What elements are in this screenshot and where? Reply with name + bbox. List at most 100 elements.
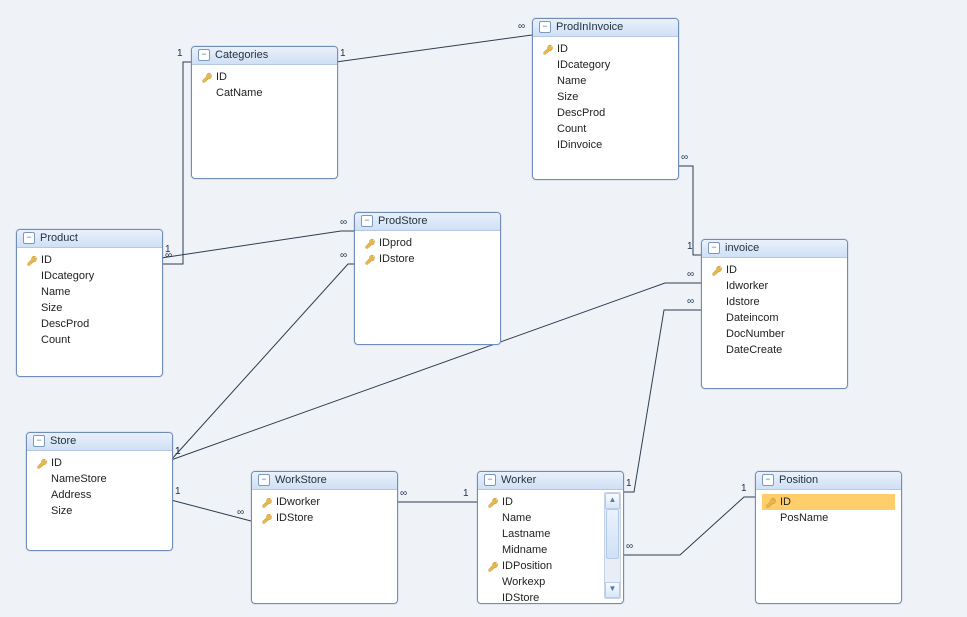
field-row[interactable]: Name: [23, 284, 156, 300]
scroll-thumb[interactable]: [606, 509, 619, 559]
field-row[interactable]: Count: [23, 332, 156, 348]
collapse-icon[interactable]: −: [484, 474, 496, 486]
table-title: Worker: [501, 474, 536, 486]
table-header[interactable]: −Position: [756, 472, 901, 490]
field-name: Name: [555, 75, 586, 87]
field-name: Address: [49, 489, 91, 501]
field-row[interactable]: IDStore: [258, 510, 391, 526]
field-row[interactable]: ID: [33, 455, 166, 471]
field-row[interactable]: ID: [484, 494, 603, 510]
field-row[interactable]: ID: [198, 69, 331, 85]
key-slot: [200, 72, 214, 83]
collapse-icon[interactable]: −: [708, 242, 720, 254]
key-slot: [35, 458, 49, 469]
table-invoice[interactable]: −invoice IDIdworker Idstore Dateincom DocNum…: [701, 239, 848, 389]
field-row[interactable]: IDcategory: [23, 268, 156, 284]
table-product[interactable]: −ProductIDIDcategoryNameSizeDescProdCoun…: [16, 229, 163, 377]
collapse-icon[interactable]: −: [23, 232, 35, 244]
field-row[interactable]: Workexp: [484, 574, 603, 590]
field-row[interactable]: ID: [23, 252, 156, 268]
key-slot: [363, 254, 377, 265]
collapse-icon[interactable]: −: [258, 474, 270, 486]
field-row[interactable]: DocNumber: [708, 326, 841, 342]
table-header[interactable]: −Product: [17, 230, 162, 248]
field-row[interactable]: DescProd: [539, 105, 672, 121]
field-row[interactable]: NameStore: [33, 471, 166, 487]
table-prodininv[interactable]: −ProdInInvoice IDIDcategory Name SizeDescPr…: [532, 18, 679, 180]
field-row[interactable]: Name: [539, 73, 672, 89]
table-workstore[interactable]: −WorkStore IDworkerIDStore: [251, 471, 398, 604]
field-name: DocNumber: [724, 328, 785, 340]
field-row[interactable]: IDstore: [361, 251, 494, 267]
collapse-icon[interactable]: −: [539, 21, 551, 33]
field-row[interactable]: IDcategory: [539, 57, 672, 73]
table-title: Product: [40, 232, 78, 244]
table-header[interactable]: −ProdStore: [355, 213, 500, 231]
cardinality-label: 1: [741, 483, 747, 494]
scrollbar[interactable]: ▲▼: [604, 492, 621, 599]
field-row[interactable]: DateCreate: [708, 342, 841, 358]
table-header[interactable]: −ProdInInvoice: [533, 19, 678, 37]
field-name: Idstore: [724, 296, 760, 308]
table-title: WorkStore: [275, 474, 327, 486]
collapse-icon[interactable]: −: [361, 215, 373, 227]
primary-key-icon: [202, 72, 213, 83]
table-title: ProdInInvoice: [556, 21, 623, 33]
diagram-canvas[interactable]: { "tables": { "product": {"title":"Produ…: [0, 0, 967, 617]
field-name: IDprod: [377, 237, 412, 249]
key-slot: [260, 497, 274, 508]
table-body: IDIDcategoryNameSizeDescProdCount: [17, 248, 162, 354]
primary-key-icon: [37, 458, 48, 469]
table-title: Categories: [215, 49, 268, 61]
field-row[interactable]: CatName: [198, 85, 331, 101]
key-slot: [260, 513, 274, 524]
cardinality-label: ∞: [237, 507, 244, 518]
field-row[interactable]: Address: [33, 487, 166, 503]
cardinality-label: ∞: [340, 250, 347, 261]
field-row[interactable]: Idworker: [708, 278, 841, 294]
field-row[interactable]: Size: [33, 503, 166, 519]
table-header[interactable]: −Store: [27, 433, 172, 451]
field-row[interactable]: IDinvoice: [539, 137, 672, 153]
cardinality-label: ∞: [681, 152, 688, 163]
collapse-icon[interactable]: −: [762, 474, 774, 486]
cardinality-label: 1: [175, 486, 181, 497]
table-header[interactable]: −Worker: [478, 472, 623, 490]
field-row[interactable]: IDPosition: [484, 558, 603, 574]
field-row[interactable]: IDworker: [258, 494, 391, 510]
table-store[interactable]: −Store IDNameStore Address Size: [26, 432, 173, 551]
field-row[interactable]: DescProd: [23, 316, 156, 332]
field-row[interactable]: IDprod: [361, 235, 494, 251]
field-row[interactable]: Idstore: [708, 294, 841, 310]
table-header[interactable]: −invoice: [702, 240, 847, 258]
key-slot: [363, 238, 377, 249]
field-row[interactable]: Size: [539, 89, 672, 105]
field-row[interactable]: PosName: [762, 510, 895, 526]
field-name: Name: [500, 512, 531, 524]
field-name: ID: [214, 71, 227, 83]
table-header[interactable]: −WorkStore: [252, 472, 397, 490]
field-name: Dateincom: [724, 312, 779, 324]
collapse-icon[interactable]: −: [198, 49, 210, 61]
field-row[interactable]: IDStore: [484, 590, 603, 605]
field-row[interactable]: Name: [484, 510, 603, 526]
field-row[interactable]: Count: [539, 121, 672, 137]
field-row[interactable]: Dateincom: [708, 310, 841, 326]
field-row[interactable]: ID: [762, 494, 895, 510]
table-worker[interactable]: −WorkerIDNameLastnameMidnameIDPositionWo…: [477, 471, 624, 604]
field-row[interactable]: ID: [708, 262, 841, 278]
table-header[interactable]: −Categories: [192, 47, 337, 65]
scroll-down-button[interactable]: ▼: [605, 582, 620, 598]
table-categories[interactable]: −Categories ID CatName: [191, 46, 338, 179]
scroll-up-button[interactable]: ▲: [605, 493, 620, 509]
field-row[interactable]: Midname: [484, 542, 603, 558]
table-position[interactable]: −PositionIDPosName: [755, 471, 902, 604]
field-row[interactable]: ID: [539, 41, 672, 57]
table-prodstore[interactable]: −ProdStore IDprod IDstore: [354, 212, 501, 345]
field-row[interactable]: Lastname: [484, 526, 603, 542]
key-slot: [764, 497, 778, 508]
collapse-icon[interactable]: −: [33, 435, 45, 447]
field-row[interactable]: Size: [23, 300, 156, 316]
table-title: invoice: [725, 242, 759, 254]
table-body: IDPosName: [756, 490, 901, 532]
